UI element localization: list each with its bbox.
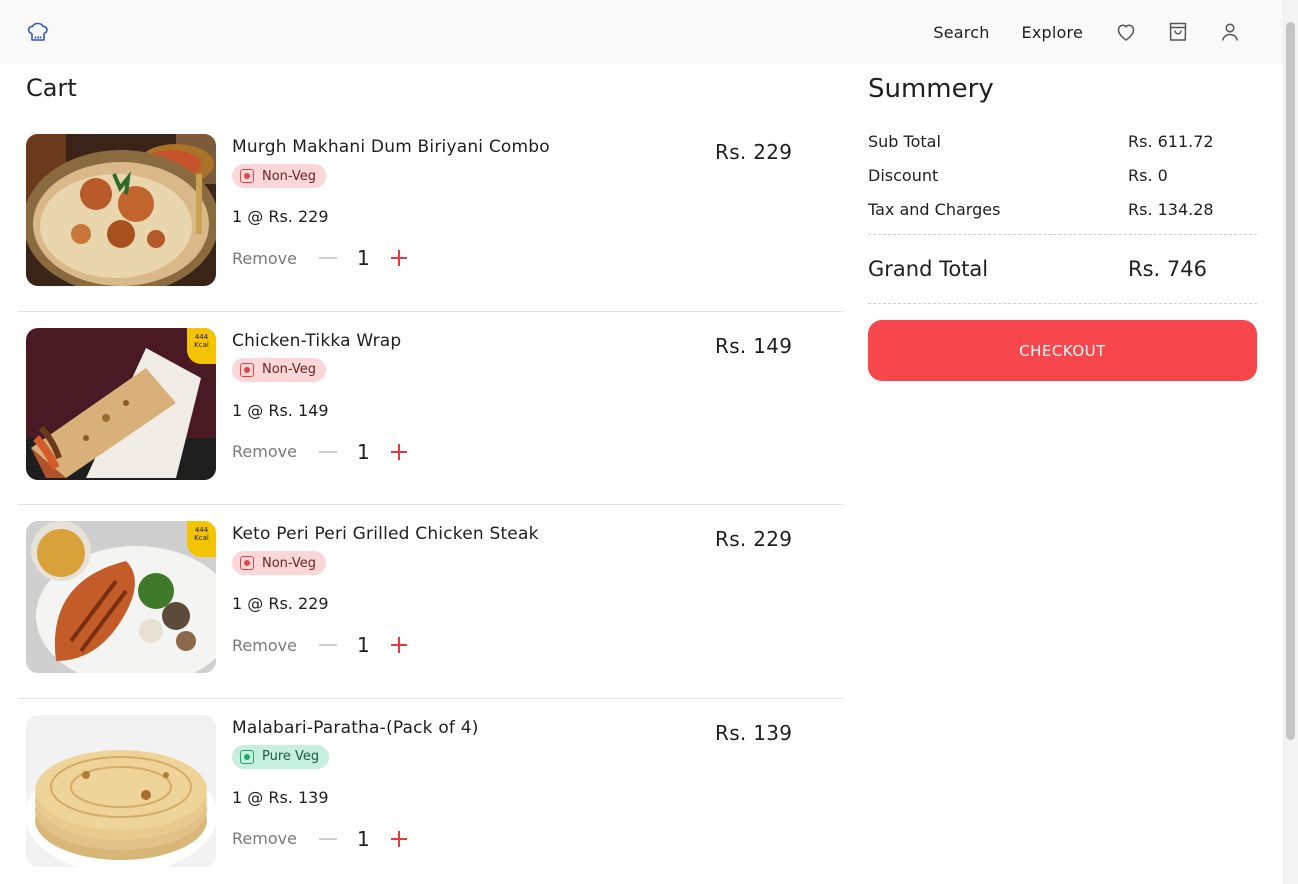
item-price: Rs. 139 [715, 720, 793, 745]
plus-icon[interactable] [390, 443, 407, 460]
top-navbar: Search Explore [0, 0, 1283, 64]
plus-icon[interactable] [390, 250, 407, 266]
badge-label: Non-Veg [262, 168, 316, 184]
cart-title: Cart [26, 74, 77, 102]
quantity-controls: Remove 1 [232, 825, 407, 853]
scrollbar-thumb[interactable] [1286, 22, 1295, 740]
non-veg-icon [240, 362, 254, 377]
non-veg-badge: Non-Veg [232, 357, 326, 382]
cart-item: Malabari-Paratha-(Pack of 4) Pure Veg 1 … [18, 699, 844, 884]
cart-item: 444 Kcal Chicken-Tikka Wrap Non-Veg 1 @ … [18, 312, 844, 505]
order-summary: Summery Sub Total Rs. 611.72 Discount Rs… [868, 74, 1257, 381]
summary-title: Summery [868, 74, 994, 104]
item-name: Keto Peri Peri Grilled Chicken Steak [232, 524, 539, 544]
wrap-image: 444 Kcal [26, 327, 216, 480]
cart-item: Murgh Makhani Dum Biriyani Combo Non-Veg… [18, 118, 844, 312]
veg-badge: Pure Veg [232, 744, 330, 769]
summary-row-discount: Discount Rs. 0 [868, 166, 1168, 185]
paratha-image [26, 714, 216, 867]
quantity-controls: Remove 1 [232, 631, 407, 659]
remove-button[interactable]: Remove [232, 442, 297, 461]
minus-icon[interactable] [318, 837, 337, 840]
quantity-count: 1 [356, 439, 370, 464]
remove-button[interactable]: Remove [232, 829, 297, 848]
item-name: Chicken-Tikka Wrap [232, 330, 402, 351]
nav-right: Search Explore [901, 0, 1243, 64]
scrollbar-track[interactable] [1283, 0, 1298, 884]
item-name: Malabari-Paratha-(Pack of 4) [232, 717, 479, 738]
summary-divider [868, 303, 1257, 304]
minus-icon[interactable] [318, 257, 337, 259]
unit-price-line: 1 @ Rs. 229 [232, 594, 329, 613]
item-price: Rs. 229 [715, 527, 793, 551]
plus-icon[interactable] [390, 637, 407, 653]
badge-label: Non-Veg [262, 362, 316, 377]
minus-icon[interactable] [318, 644, 337, 646]
grand-total-label: Grand Total [868, 257, 989, 281]
non-veg-badge: Non-Veg [232, 164, 326, 188]
non-veg-icon [240, 169, 254, 183]
grand-total: Grand Total Rs. 746 [868, 235, 1257, 303]
quantity-controls: Remove 1 [232, 244, 407, 272]
remove-button[interactable]: Remove [232, 249, 297, 268]
summary-row-subtotal: Sub Total Rs. 611.72 [868, 132, 1214, 151]
unit-price-line: 1 @ Rs. 139 [232, 787, 329, 807]
quantity-count: 1 [356, 633, 370, 657]
cart-list: Murgh Makhani Dum Biriyani Combo Non-Veg… [18, 118, 844, 884]
user-icon[interactable] [1217, 19, 1243, 45]
item-name: Murgh Makhani Dum Biriyani Combo [232, 137, 550, 157]
veg-icon [240, 749, 254, 764]
summary-rows: Sub Total Rs. 611.72 Discount Rs. 0 Tax … [868, 132, 1257, 234]
plus-icon[interactable] [390, 830, 407, 847]
item-price: Rs. 149 [715, 333, 793, 358]
kcal-tag: 444 Kcal [187, 327, 216, 364]
quantity-controls: Remove 1 [232, 438, 407, 466]
nav-link-explore[interactable]: Explore [1022, 23, 1083, 42]
quantity-count: 1 [356, 246, 370, 270]
biryani-image [26, 134, 216, 286]
non-veg-badge: Non-Veg [232, 551, 326, 575]
quantity-count: 1 [356, 826, 370, 851]
chef-hat-icon[interactable] [26, 20, 50, 44]
kcal-tag: 444 Kcal [187, 521, 216, 557]
chicken-steak-image: 444 Kcal [26, 521, 216, 673]
shopping-bag-icon[interactable] [1165, 19, 1191, 45]
summary-row-tax: Tax and Charges Rs. 134.28 [868, 200, 1214, 219]
minus-icon[interactable] [318, 450, 337, 453]
checkout-button[interactable]: CHECKOUT [868, 320, 1257, 381]
nav-link-search[interactable]: Search [933, 23, 989, 42]
unit-price-line: 1 @ Rs. 229 [232, 207, 329, 226]
grand-total-value: Rs. 746 [1128, 257, 1207, 281]
badge-label: Pure Veg [262, 749, 320, 764]
badge-label: Non-Veg [262, 555, 316, 571]
unit-price-line: 1 @ Rs. 149 [232, 400, 329, 420]
non-veg-icon [240, 556, 254, 570]
cart-item: 444 Kcal Keto Peri Peri Grilled Chicken … [18, 505, 844, 699]
remove-button[interactable]: Remove [232, 636, 297, 655]
heart-icon[interactable] [1113, 19, 1139, 45]
item-price: Rs. 229 [715, 140, 793, 164]
